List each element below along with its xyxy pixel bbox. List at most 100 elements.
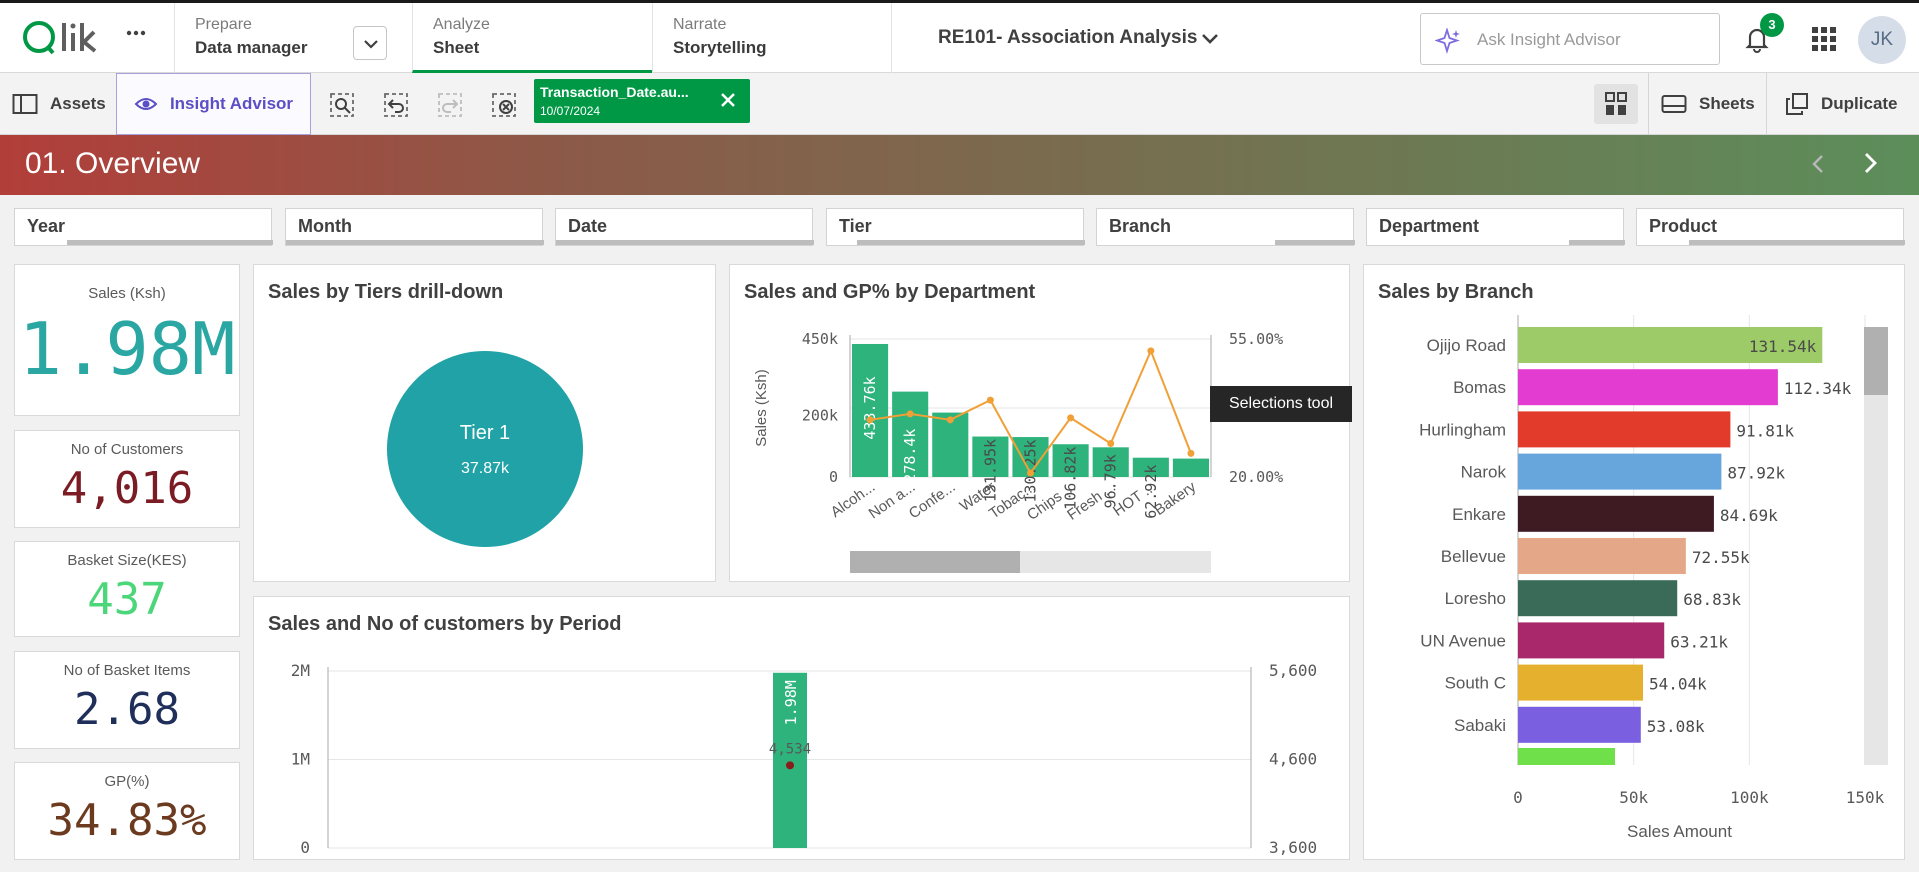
y-tick-label: 0 [829,468,838,486]
x-tick-label: 0 [1513,788,1523,807]
bar-value-label: 72.55k [1692,548,1750,567]
chart-sales-by-tiers[interactable]: Sales by Tiers drill-down Tier 1 37.87k [253,264,716,582]
bar-value-label: 278.4k [901,429,919,483]
chevron-down-icon[interactable] [1200,31,1220,47]
kpi-basket-items-value: 2.68 [74,684,180,735]
app-grid-icon[interactable] [1810,25,1838,53]
bar-value-label: 87.92k [1727,464,1785,483]
point-value-label: 4,534 [769,741,811,757]
bar [1518,538,1686,574]
period-chart: 0 3,600 1M 4,600 2M 5,600 1.98M 4,534 [291,661,1317,857]
bar-value-label: 63.21k [1670,632,1728,651]
sheets-button[interactable]: Sheets [1648,73,1766,135]
x-tick-label: Confe... [906,478,959,522]
gp-point [1187,449,1195,457]
kpi-basket-size-value: 437 [87,574,167,625]
y-tick-label: 0 [300,838,310,857]
bar-partial [1518,748,1615,765]
kpi-customers[interactable]: No of Customers 4,016 [14,430,240,528]
filter-department-state-bar [1569,240,1625,245]
kpi-gp[interactable]: GP(%) 34.83% [14,762,240,860]
y-tick-label: Narok [1461,463,1507,482]
layout-toggle-button[interactable] [1594,84,1638,124]
filter-year[interactable]: Year [14,208,273,246]
filter-month[interactable]: Month [285,208,544,246]
y-tick-label: 1M [291,750,310,769]
assets-button[interactable]: Assets [12,73,106,135]
selection-value: 10/07/2024 [540,104,601,118]
step-forward-icon[interactable] [437,92,463,118]
filter-branch[interactable]: Branch [1096,208,1355,246]
kpi-gp-label: GP(%) [104,773,150,790]
previous-sheet-icon[interactable] [1808,153,1830,175]
bar-chart: 0 50k 100k 150k Ojijo Road 131.54k Bomas 112.34… [1419,315,1888,841]
gp-point [986,396,994,404]
step-back-icon[interactable] [383,92,409,118]
kpi-sales-value: 1.98M [18,307,236,391]
y-tick-label: Loresho [1445,589,1506,608]
y-tick-label: Enkare [1452,505,1506,524]
filter-date[interactable]: Date [555,208,814,246]
gp-point [906,410,914,418]
filter-month-label: Month [298,216,352,236]
close-icon[interactable] [718,90,738,110]
y2-tick-label: 5,600 [1269,661,1317,680]
bar [1518,580,1678,617]
user-avatar[interactable]: JK [1858,16,1906,64]
duplicate-icon [1786,93,1808,115]
selection-chip-transaction-date[interactable]: Transaction_Date.au... 10/07/2024 [534,79,750,123]
bar [1518,411,1731,448]
filter-date-label: Date [568,216,608,236]
eye-icon [134,98,158,110]
bar-value-label: 53.08k [1647,717,1705,736]
bar [1172,458,1209,477]
y-tick-label: Bomas [1453,378,1506,397]
clear-selections-icon[interactable] [491,92,517,118]
bar-value-label: 433.76k [861,376,879,439]
more-options-icon[interactable] [124,21,148,45]
next-sheet-icon[interactable] [1858,151,1882,175]
nav-narrate-kicker: Narrate [673,16,727,33]
filter-tier[interactable]: Tier [826,208,1085,246]
nav-narrate[interactable]: Narrate Storytelling [652,3,892,73]
ask-placeholder: Ask Insight Advisor [1477,30,1621,49]
y-tick-label: Sabaki [1454,716,1506,735]
insight-advisor-button[interactable]: Insight Advisor [116,73,311,135]
bar-value-label: 1.98M [782,680,800,725]
sheets-icon [1661,95,1687,113]
chart-sales-by-branch[interactable]: Sales by Branch 0 50k 100k 150k Ojijo Road 13… [1363,264,1905,860]
filter-tier-label: Tier [839,216,872,236]
sheet-header: 01. Overview [0,135,1919,195]
y-tick-label: Ojijo Road [1427,336,1506,355]
pie-slice-label: Tier 1 [460,422,510,444]
filter-department[interactable]: Department [1366,208,1625,246]
bar-value-label: 84.69k [1720,506,1778,525]
chevron-down-icon [364,40,378,49]
filter-product[interactable]: Product [1636,208,1905,246]
smart-search-icon[interactable] [329,92,355,118]
y2-tick-label: 20.00% [1229,468,1283,486]
kpi-sales-label: Sales (Ksh) [88,285,166,302]
app-title[interactable]: RE101- Association Analysis [938,27,1197,49]
gp-point [866,416,874,424]
y2-tick-label: 55.00% [1229,330,1283,348]
kpi-customers-value: 4,016 [60,463,194,514]
nav-analyze-value: Sheet [433,38,480,57]
filter-month-state-bar [286,240,544,245]
kpi-basket-size[interactable]: Basket Size(KES) 437 [14,541,240,637]
gp-point [1147,347,1155,355]
sheet-title: 01. Overview [25,147,201,180]
qlik-logo[interactable] [22,17,108,61]
kpi-sales[interactable]: Sales (Ksh) 1.98M [14,264,240,416]
duplicate-button[interactable]: Duplicate [1766,73,1919,135]
kpi-basket-items[interactable]: No of Basket Items 2.68 [14,651,240,749]
filter-product-state-bar [1689,240,1905,245]
chart-sales-customers-by-period[interactable]: Sales and No of customers by Period 0 3,6… [253,596,1350,860]
ask-insight-advisor-input[interactable]: Ask Insight Advisor [1420,13,1720,65]
prepare-dropdown-button[interactable] [353,26,387,60]
gp-point [1067,414,1075,422]
nav-analyze[interactable]: Analyze Sheet [412,3,652,73]
chart-sales-gp-by-department[interactable]: Sales and GP% by Department 0 200k 450k 20.… [729,264,1350,582]
filter-product-label: Product [1649,216,1718,236]
gp-point [1027,469,1034,477]
